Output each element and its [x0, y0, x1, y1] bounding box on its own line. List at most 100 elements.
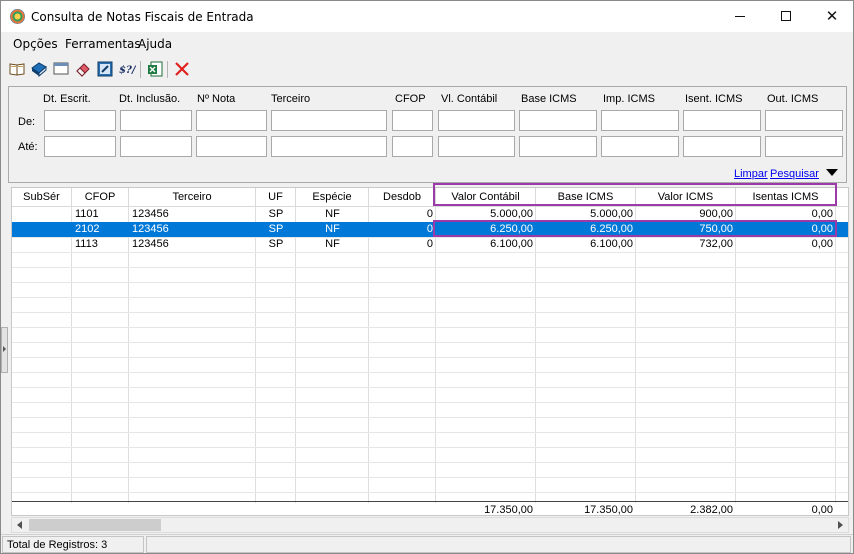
cfop-from-input[interactable]: [392, 110, 433, 131]
dt-escrit-from-input[interactable]: [44, 110, 116, 131]
cell-desdob: 0: [426, 238, 433, 250]
cell-valor-contabil: 6.100,00: [490, 238, 533, 250]
maximize-icon: [781, 11, 791, 21]
column-header-subser[interactable]: SubSér: [12, 188, 72, 207]
terceiro-to-input[interactable]: [271, 136, 387, 157]
column-header-isentas-icms[interactable]: Isentas ICMS: [736, 188, 836, 207]
column-header-base-icms[interactable]: Base ICMS: [536, 188, 636, 207]
cell-valor-icms: 900,00: [699, 208, 733, 220]
filter-label-base-icms: Base ICMS: [521, 93, 577, 105]
minimize-button[interactable]: [717, 1, 763, 32]
collapse-arrow-icon[interactable]: [822, 166, 842, 180]
menu-bar: Opções Ferramentas Ajuda: [1, 33, 853, 55]
cfop-to-input[interactable]: [392, 136, 433, 157]
scroll-thumb[interactable]: [29, 519, 161, 531]
cell-terceiro: 123456: [132, 208, 169, 220]
grid-row-line: [12, 402, 848, 403]
isent-icms-from-input[interactable]: [683, 110, 761, 131]
grid-row-line: [12, 282, 848, 283]
filter-label-isent-icms: Isent. ICMS: [685, 93, 743, 105]
menu-ajuda[interactable]: Ajuda: [138, 37, 172, 51]
nota-to-input[interactable]: [196, 136, 267, 157]
eraser-icon[interactable]: [74, 60, 92, 78]
cell-especie: NF: [325, 223, 340, 235]
vl-contabil-to-input[interactable]: [438, 136, 515, 157]
maximize-button[interactable]: [763, 1, 809, 32]
cell-terceiro: 123456: [132, 238, 169, 250]
results-grid: SubSér CFOP Terceiro UF Espécie Desdob V…: [11, 187, 849, 516]
status-pane-empty: [146, 536, 851, 553]
cell-uf: SP: [268, 238, 284, 250]
menu-opcoes[interactable]: Opções: [13, 37, 58, 51]
grid-row-line: [12, 432, 848, 433]
toolbar-separator: [167, 61, 168, 78]
dt-inclusao-from-input[interactable]: [120, 110, 192, 131]
vl-contabil-from-input[interactable]: [438, 110, 515, 131]
table-row[interactable]: 1113 123456 SP NF 0 6.100,00 6.100,00 73…: [12, 237, 848, 252]
edit-icon[interactable]: [96, 60, 114, 78]
grid-row-line: [12, 387, 848, 388]
window-title: Consulta de Notas Fiscais de Entrada: [31, 10, 254, 24]
grid-row-line: [12, 327, 848, 328]
total-isentas-icms: 0,00: [811, 504, 833, 516]
excel-export-icon[interactable]: [146, 60, 164, 78]
imp-icms-to-input[interactable]: [601, 136, 679, 157]
column-header-terceiro[interactable]: Terceiro: [129, 188, 256, 207]
scroll-left-icon[interactable]: [12, 518, 28, 532]
total-base-icms: 17.350,00: [584, 504, 633, 516]
table-row-selected[interactable]: 2102 123456 SP NF 0 6.250,00 6.250,00 75…: [12, 222, 848, 237]
column-header-valor-contabil[interactable]: Valor Contábil: [436, 188, 536, 207]
search-link[interactable]: Pesquisar: [770, 168, 819, 180]
cell-cfop: 2102: [75, 223, 100, 235]
isent-icms-to-input[interactable]: [683, 136, 761, 157]
dt-escrit-to-input[interactable]: [44, 136, 116, 157]
column-header-cfop[interactable]: CFOP: [72, 188, 129, 207]
column-header-desdob[interactable]: Desdob: [369, 188, 436, 207]
grid-row-line: [12, 462, 848, 463]
svg-text:$?/: $?/: [119, 65, 136, 76]
signature-icon[interactable]: $?/: [118, 60, 137, 78]
cell-base-icms: 6.250,00: [590, 223, 633, 235]
grid-row-line: [12, 477, 848, 478]
book-icon[interactable]: [30, 60, 48, 78]
filter-label-terceiro: Terceiro: [271, 93, 311, 105]
row-label-de: De:: [18, 116, 36, 128]
nota-from-input[interactable]: [196, 110, 267, 131]
grid-row-line: [12, 267, 848, 268]
open-book-icon[interactable]: [8, 60, 26, 78]
table-row[interactable]: 1101 123456 SP NF 0 5.000,00 5.000,00 90…: [12, 207, 848, 222]
close-icon: ✕: [825, 7, 839, 25]
status-bar: Total de Registros: 3: [1, 534, 853, 553]
out-icms-to-input[interactable]: [765, 136, 843, 157]
filter-label-dt-escrit: Dt. Escrit.: [43, 93, 91, 105]
grid-row-line: [12, 492, 848, 493]
base-icms-to-input[interactable]: [519, 136, 597, 157]
cell-valor-contabil: 6.250,00: [490, 223, 533, 235]
base-icms-from-input[interactable]: [519, 110, 597, 131]
grid-row-line: [12, 372, 848, 373]
close-button[interactable]: ✕: [809, 1, 853, 32]
column-header-especie[interactable]: Espécie: [296, 188, 369, 207]
terceiro-from-input[interactable]: [271, 110, 387, 131]
menu-ferramentas[interactable]: Ferramentas: [65, 37, 141, 51]
cell-especie: NF: [325, 238, 340, 250]
column-header-valor-icms[interactable]: Valor ICMS: [636, 188, 736, 207]
horizontal-scrollbar[interactable]: [11, 517, 849, 533]
imp-icms-from-input[interactable]: [601, 110, 679, 131]
grid-row-line: [12, 252, 848, 253]
delete-icon[interactable]: [173, 60, 191, 78]
dt-inclusao-to-input[interactable]: [120, 136, 192, 157]
out-icms-from-input[interactable]: [765, 110, 843, 131]
window-icon[interactable]: [52, 60, 70, 78]
scroll-right-icon[interactable]: [832, 518, 848, 532]
column-header-uf[interactable]: UF: [256, 188, 296, 207]
totals-separator: [12, 501, 848, 502]
row-label-ate: Até:: [18, 141, 38, 153]
clear-link[interactable]: Limpar: [734, 168, 768, 180]
cell-isentas-icms: 0,00: [811, 223, 833, 235]
filter-label-dt-inclusao: Dt. Inclusão.: [119, 93, 181, 105]
toolbar: $?/: [1, 57, 853, 82]
cell-valor-contabil: 5.000,00: [490, 208, 533, 220]
side-panel-handle[interactable]: [1, 327, 8, 373]
cell-isentas-icms: 0,00: [811, 208, 833, 220]
